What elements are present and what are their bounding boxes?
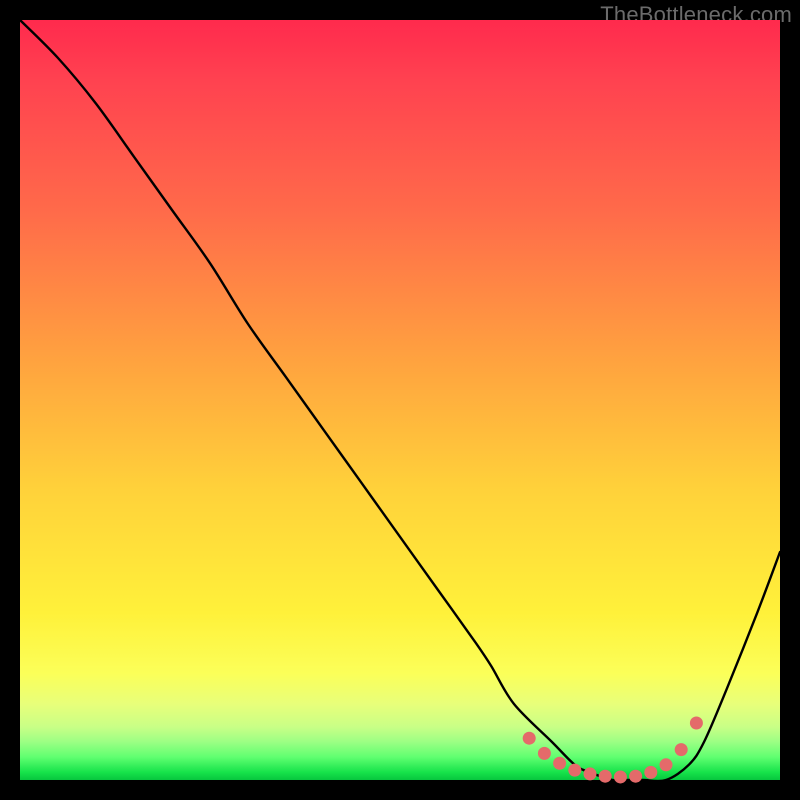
chart-frame: TheBottleneck.com	[0, 0, 800, 800]
gradient-plot-area	[20, 20, 780, 780]
optimal-range-dots	[523, 717, 703, 784]
optimal-dot	[538, 747, 551, 760]
optimal-dot	[690, 717, 703, 730]
optimal-dot	[599, 770, 612, 783]
optimal-dot	[553, 757, 566, 770]
optimal-dot	[568, 764, 581, 777]
optimal-dot	[629, 770, 642, 783]
optimal-dot	[675, 743, 688, 756]
optimal-dot	[523, 732, 536, 745]
curve-svg	[20, 20, 780, 780]
optimal-dot	[660, 758, 673, 771]
optimal-dot	[614, 770, 627, 783]
optimal-dot	[644, 766, 657, 779]
optimal-dot	[584, 767, 597, 780]
bottleneck-curve	[20, 20, 780, 781]
